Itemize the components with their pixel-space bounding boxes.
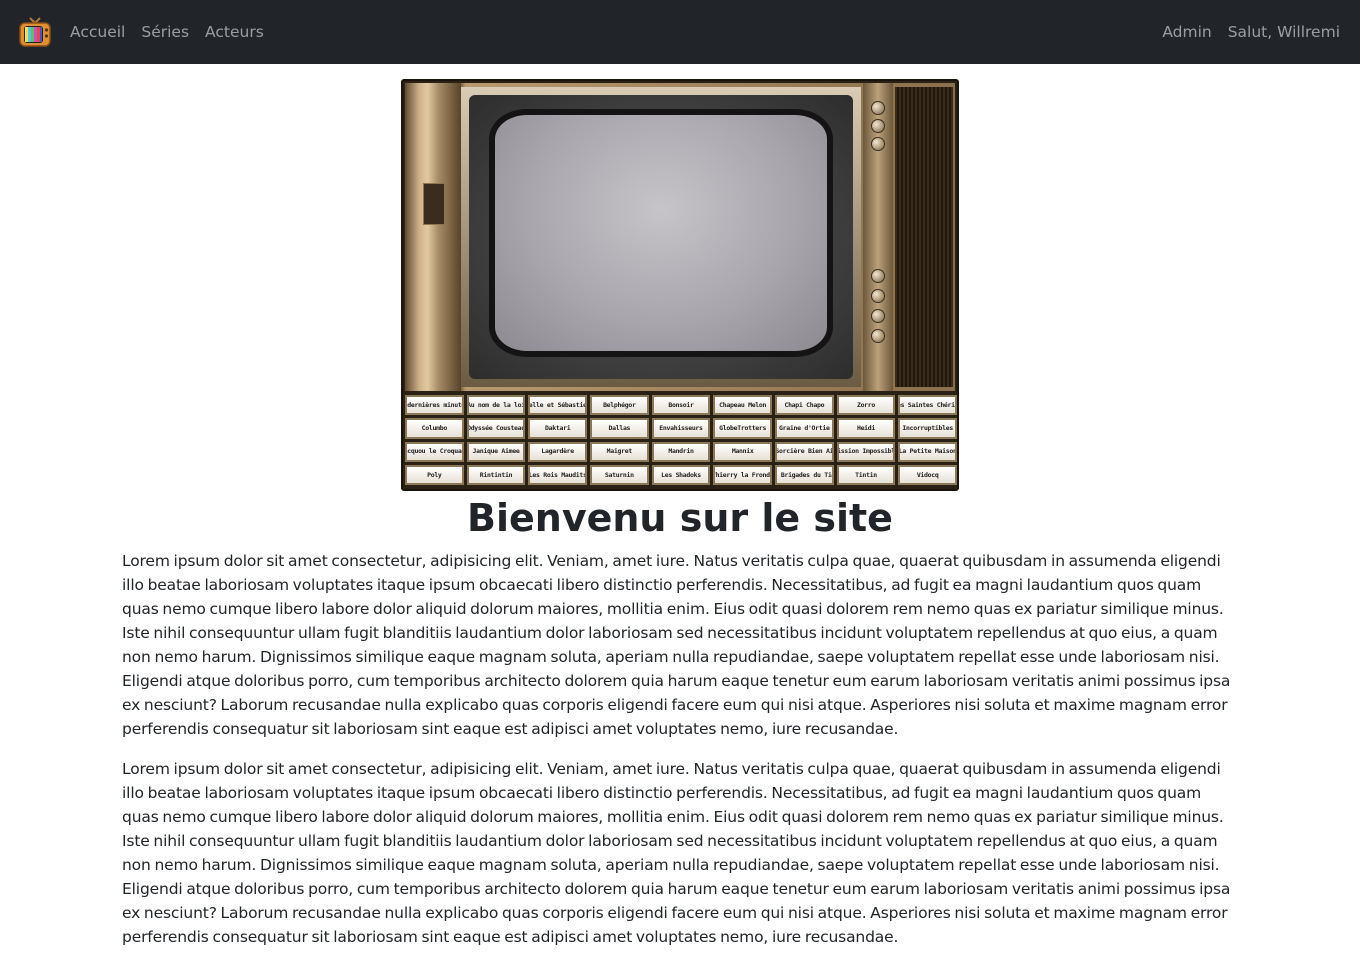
nav-links: Accueil Séries Acteurs bbox=[70, 23, 272, 41]
channel-button[interactable]: Rintintin bbox=[466, 464, 526, 485]
retro-tv-icon[interactable] bbox=[18, 15, 52, 49]
channel-button[interactable]: Chapi Chapo bbox=[775, 395, 834, 416]
channel-button[interactable]: Heidi bbox=[836, 418, 896, 439]
channel-button[interactable]: Chapeau Melon bbox=[713, 395, 772, 416]
intro-paragraph-1: Lorem ipsum dolor sit amet consectetur, … bbox=[122, 552, 1231, 738]
channel-button[interactable]: La Petite Maison bbox=[898, 441, 957, 462]
channel-button[interactable]: Ma Sorcière Bien Aimée bbox=[775, 441, 834, 462]
channel-button[interactable]: Graine d'Ortie bbox=[775, 418, 834, 439]
tv-cabinet bbox=[405, 83, 955, 391]
channel-button[interactable]: Mandrin bbox=[651, 441, 711, 462]
channel-button[interactable]: Zorro bbox=[836, 395, 896, 416]
channel-button[interactable]: Tintin bbox=[836, 464, 896, 485]
channel-button[interactable]: Les Brigades du Tigre bbox=[775, 464, 834, 485]
channel-button[interactable]: Vidocq bbox=[898, 464, 957, 485]
channel-button[interactable]: Daktari bbox=[528, 418, 587, 439]
channel-button[interactable]: Odyssée Cousteau bbox=[466, 418, 526, 439]
channel-button[interactable]: 5 dernières minutes bbox=[405, 395, 464, 416]
channel-button[interactable]: Belle et Sébastien bbox=[528, 395, 587, 416]
nav-link-admin[interactable]: Admin bbox=[1162, 23, 1211, 41]
nav-link-series[interactable]: Séries bbox=[133, 23, 197, 41]
tv-side-panel bbox=[405, 83, 461, 391]
channel-button[interactable]: Maigret bbox=[590, 441, 649, 462]
channel-button[interactable]: GlobeTrotters bbox=[713, 418, 772, 439]
vintage-television-image: 5 dernières minutesAu nom de la loiBelle… bbox=[401, 79, 959, 491]
tv-screen bbox=[489, 109, 833, 357]
channel-button[interactable]: Au nom de la loi bbox=[466, 395, 526, 416]
channel-button-grid: 5 dernières minutesAu nom de la loiBelle… bbox=[405, 393, 957, 487]
top-navbar: Accueil Séries Acteurs Admin Salut, Will… bbox=[0, 0, 1360, 64]
channel-button[interactable]: Jacquou le Croquant bbox=[405, 441, 464, 462]
nav-link-accueil[interactable]: Accueil bbox=[70, 23, 133, 41]
main-content: Lorem ipsum dolor sit amet consectetur, … bbox=[122, 543, 1238, 949]
channel-button[interactable]: Les Saintes Chéries bbox=[898, 395, 957, 416]
channel-button[interactable]: Les Shadoks bbox=[651, 464, 711, 485]
channel-button[interactable]: Mannix bbox=[713, 441, 772, 462]
channel-button[interactable]: Poly bbox=[405, 464, 464, 485]
channel-button[interactable]: Envahisseurs bbox=[651, 418, 711, 439]
channel-button[interactable]: Thierry la Fronde bbox=[713, 464, 772, 485]
tv-speaker-grille bbox=[895, 87, 953, 387]
channel-button[interactable]: Dallas bbox=[590, 418, 649, 439]
channel-button[interactable]: Belphégor bbox=[590, 395, 649, 416]
channel-button[interactable]: Janique Aimee bbox=[466, 441, 526, 462]
user-greeting[interactable]: Salut, Willremi bbox=[1228, 23, 1340, 41]
channel-button[interactable]: Saturnin bbox=[590, 464, 649, 485]
channel-button[interactable]: Columbo bbox=[405, 418, 464, 439]
channel-button[interactable]: Mission Impossible bbox=[836, 441, 896, 462]
page-title: Bienvenu sur le site bbox=[467, 496, 893, 540]
nav-link-acteurs[interactable]: Acteurs bbox=[197, 23, 272, 41]
channel-button[interactable]: Bonsoir bbox=[651, 395, 711, 416]
channel-button[interactable]: Les Rois Maudits bbox=[528, 464, 587, 485]
intro-paragraph-2: Lorem ipsum dolor sit amet consectetur, … bbox=[122, 760, 1231, 946]
channel-button[interactable]: Lagardère bbox=[528, 441, 587, 462]
channel-button[interactable]: Incorruptibles bbox=[898, 418, 957, 439]
nav-user-area: Admin Salut, Willremi bbox=[1162, 23, 1340, 41]
hero-tv-image: 5 dernières minutesAu nom de la loiBelle… bbox=[401, 79, 959, 491]
tv-screen-frame bbox=[461, 87, 861, 387]
tv-controls bbox=[863, 83, 893, 391]
